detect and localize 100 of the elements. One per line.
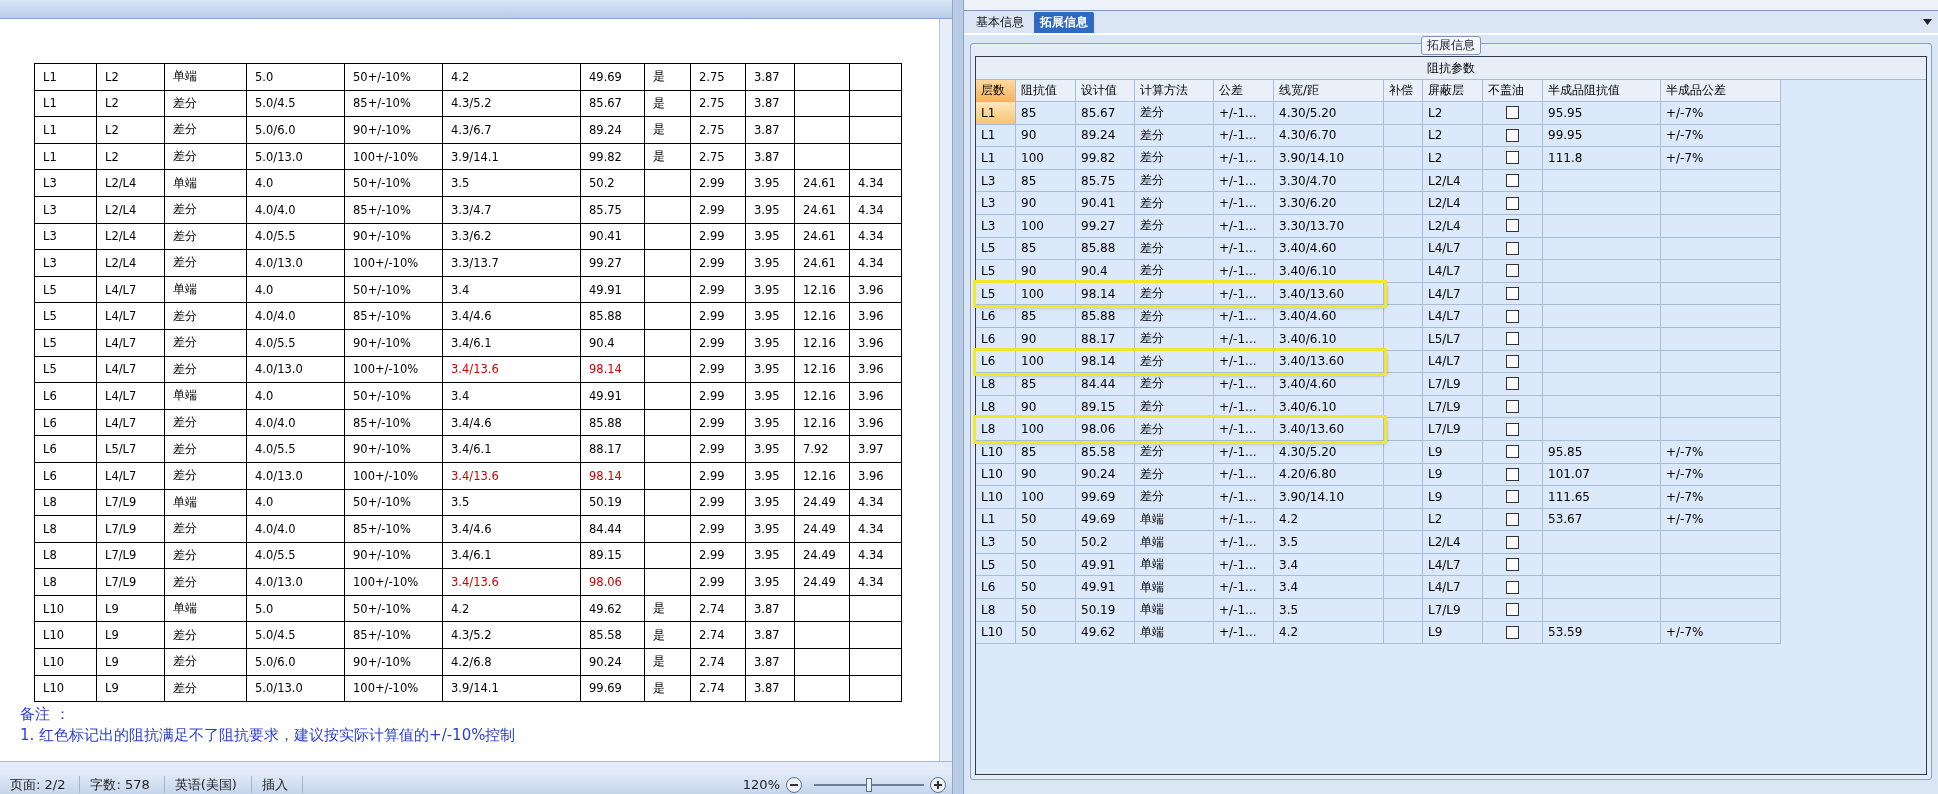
grid-cell[interactable] — [1661, 192, 1781, 215]
column-header[interactable]: 半成品阻抗值 — [1543, 80, 1661, 102]
checkbox[interactable] — [1506, 196, 1519, 210]
grid-cell[interactable]: L5 — [976, 237, 1016, 261]
grid-cell[interactable]: 111.8 — [1543, 147, 1661, 170]
grid-cell[interactable]: 差分 — [1135, 418, 1214, 441]
grid-cell[interactable]: 49.62 — [1076, 621, 1135, 645]
grid-cell[interactable] — [1661, 373, 1781, 396]
grid-cell[interactable]: 100 — [1016, 214, 1076, 238]
grid-cell[interactable]: 50 — [1016, 576, 1076, 600]
grid-cell[interactable] — [1384, 553, 1423, 577]
grid-cell[interactable]: 99.69 — [1076, 486, 1135, 509]
zoom-level[interactable]: 120% — [736, 777, 786, 792]
grid-cell[interactable]: L7/L9 — [1423, 599, 1483, 622]
grid-cell[interactable]: 85 — [1016, 102, 1076, 125]
grid-cell[interactable] — [1661, 350, 1781, 374]
grid-cell[interactable] — [1384, 531, 1423, 554]
grid-cell[interactable] — [1384, 305, 1423, 328]
grid-cell[interactable]: 100 — [1016, 418, 1076, 441]
grid-cell[interactable]: 3.40/13.60 — [1274, 418, 1384, 441]
grid-cell[interactable]: L4/L7 — [1423, 260, 1483, 283]
checkbox[interactable] — [1506, 445, 1519, 459]
vertical-scrollbar[interactable] — [939, 19, 952, 761]
grid-cell[interactable]: +/-7% — [1661, 621, 1781, 645]
checkbox[interactable] — [1506, 151, 1519, 165]
column-header[interactable]: 公差 — [1214, 80, 1274, 102]
grid-cell[interactable]: L4/L7 — [1423, 305, 1483, 328]
grid-cell[interactable]: 50.19 — [1076, 599, 1135, 622]
grid-cell[interactable] — [1384, 508, 1423, 532]
tab[interactable]: 基本信息 — [970, 12, 1030, 33]
grid-cell[interactable] — [1384, 260, 1423, 283]
grid-cell[interactable]: 49.91 — [1076, 576, 1135, 600]
dropdown-caret-icon[interactable] — [1923, 19, 1932, 25]
grid-cell[interactable]: 111.65 — [1543, 486, 1661, 509]
grid-cell[interactable]: 3.30/4.70 — [1274, 169, 1384, 193]
grid-cell[interactable]: 50 — [1016, 531, 1076, 554]
grid-cell[interactable]: L2 — [1423, 124, 1483, 148]
grid-cell[interactable] — [1543, 192, 1661, 215]
grid-cell[interactable] — [1543, 531, 1661, 554]
grid-cell[interactable]: 3.40/13.60 — [1274, 282, 1384, 306]
grid-cell[interactable] — [1384, 237, 1423, 261]
grid-cell[interactable]: 差分 — [1135, 463, 1214, 487]
grid-cell[interactable]: L9 — [1423, 486, 1483, 509]
grid-cell[interactable]: L1 — [976, 124, 1016, 148]
grid-cell[interactable] — [1384, 124, 1423, 148]
grid-cell[interactable]: +/-1... — [1214, 192, 1274, 215]
grid-cell[interactable]: L7/L9 — [1423, 373, 1483, 396]
grid-cell[interactable] — [1384, 463, 1423, 487]
grid-cell[interactable] — [1543, 214, 1661, 238]
grid-cell[interactable] — [1543, 237, 1661, 261]
grid-cell[interactable]: L5/L7 — [1423, 327, 1483, 351]
grid-cell[interactable] — [1384, 169, 1423, 193]
grid-cell[interactable] — [1661, 260, 1781, 283]
grid-cell[interactable]: +/-1... — [1214, 102, 1274, 125]
column-header[interactable]: 设计值 — [1076, 80, 1135, 102]
grid-cell[interactable]: L3 — [976, 169, 1016, 193]
grid-cell[interactable]: L3 — [976, 192, 1016, 215]
grid-cell[interactable] — [1661, 531, 1781, 554]
checkbox[interactable] — [1506, 422, 1519, 436]
grid-cell[interactable]: 50 — [1016, 621, 1076, 645]
grid-cell[interactable]: L6 — [976, 350, 1016, 374]
checkbox[interactable] — [1506, 377, 1519, 391]
grid-cell[interactable]: L7/L9 — [1423, 395, 1483, 419]
grid-cell[interactable]: +/-7% — [1661, 463, 1781, 487]
grid-cell[interactable]: 差分 — [1135, 102, 1214, 125]
checkbox[interactable] — [1506, 535, 1519, 549]
grid-cell[interactable]: 89.24 — [1076, 124, 1135, 148]
checkbox[interactable] — [1506, 490, 1519, 504]
column-header[interactable]: 半成品公差 — [1661, 80, 1781, 102]
zoom-out-button[interactable] — [786, 776, 802, 793]
insert-mode[interactable]: 插入 — [251, 776, 303, 793]
grid-cell[interactable]: 差分 — [1135, 192, 1214, 215]
grid-cell[interactable]: 85 — [1016, 169, 1076, 193]
grid-cell[interactable]: 差分 — [1135, 282, 1214, 306]
grid-cell[interactable]: 90.24 — [1076, 463, 1135, 487]
grid-cell[interactable]: 50 — [1016, 553, 1076, 577]
grid-cell[interactable] — [1384, 102, 1423, 125]
grid-cell[interactable] — [1384, 440, 1423, 464]
grid-cell[interactable]: L6 — [976, 576, 1016, 600]
checkbox[interactable] — [1506, 332, 1519, 346]
grid-cell[interactable]: 3.4 — [1274, 553, 1384, 577]
grid-cell[interactable]: 差分 — [1135, 237, 1214, 261]
grid-cell[interactable]: 单端 — [1135, 508, 1214, 532]
grid-cell[interactable] — [1543, 305, 1661, 328]
grid-cell[interactable]: L2/L4 — [1423, 192, 1483, 215]
grid-cell[interactable]: 差分 — [1135, 214, 1214, 238]
grid-cell[interactable]: +/-7% — [1661, 440, 1781, 464]
grid-cell[interactable]: 85.88 — [1076, 237, 1135, 261]
grid-cell[interactable] — [1661, 214, 1781, 238]
zoom-in-button[interactable] — [930, 776, 946, 793]
grid-cell[interactable]: 85.67 — [1076, 102, 1135, 125]
grid-cell[interactable]: +/-1... — [1214, 576, 1274, 600]
grid-cell[interactable]: 85.75 — [1076, 169, 1135, 193]
grid-cell[interactable]: L10 — [976, 486, 1016, 509]
grid-cell[interactable] — [1661, 418, 1781, 441]
grid-cell[interactable]: 4.2 — [1274, 621, 1384, 645]
grid-cell[interactable]: 单端 — [1135, 599, 1214, 622]
grid-cell[interactable]: L2 — [1423, 102, 1483, 125]
grid-cell[interactable]: 3.30/6.20 — [1274, 192, 1384, 215]
grid-cell[interactable]: 100 — [1016, 282, 1076, 306]
